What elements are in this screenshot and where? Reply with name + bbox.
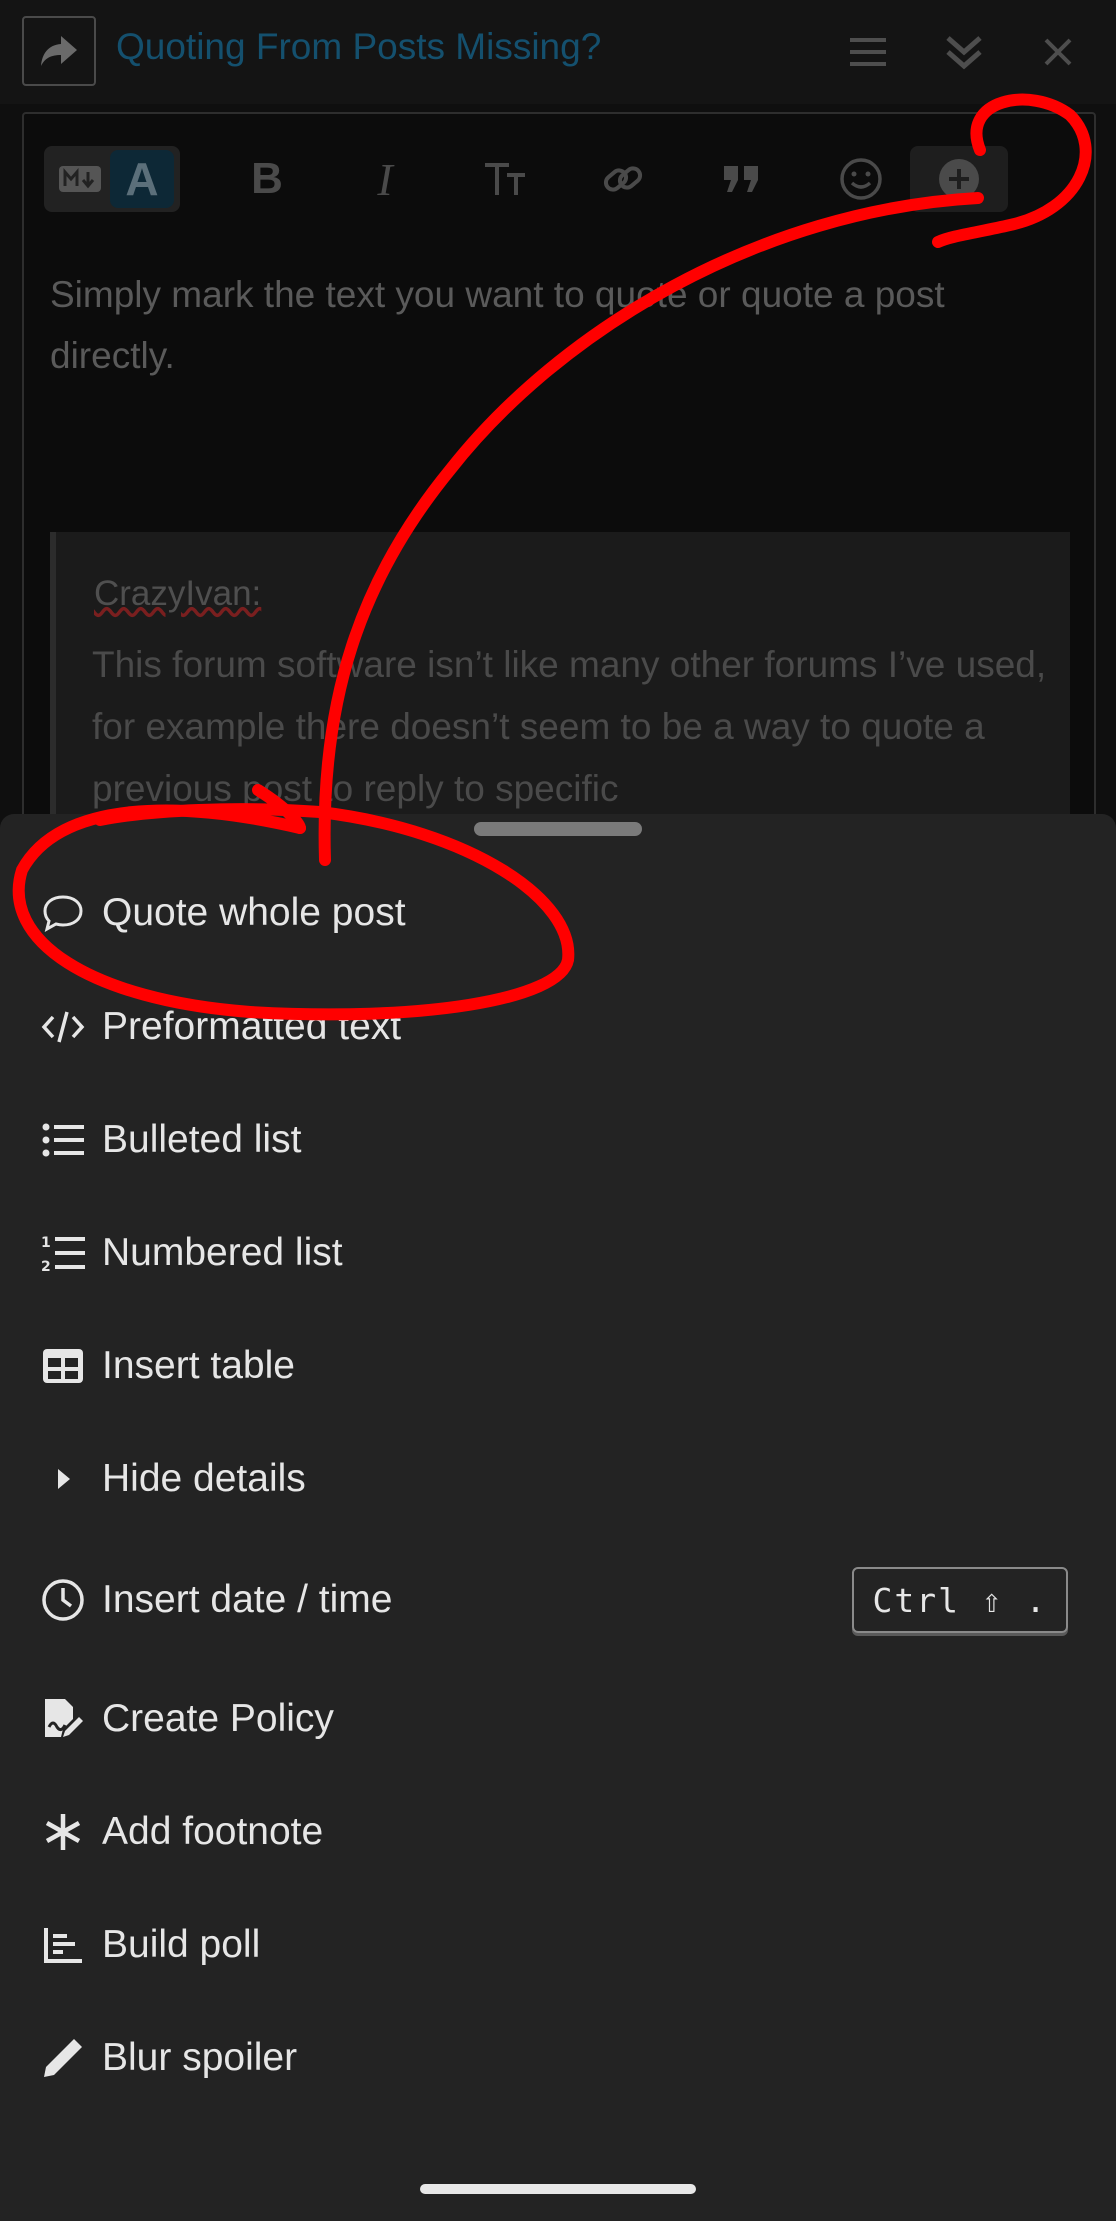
close-icon[interactable] [1028, 22, 1088, 82]
menu-item-blur-spoiler[interactable]: Blur spoiler [0, 2003, 1116, 2113]
menu-item-quote-whole-post[interactable]: Quote whole post [0, 858, 1116, 968]
quoted-post: CrazyIvan: This forum software isn’t lik… [50, 532, 1070, 850]
bold-icon[interactable]: B [234, 146, 300, 212]
caret-right-icon [34, 1450, 92, 1508]
menu-item-label: Numbered list [102, 1231, 343, 1274]
rich-text-mode-button[interactable]: A [110, 150, 174, 208]
editor-toolbar: A B I [24, 114, 1094, 242]
menu-item-label: Build poll [102, 1923, 261, 1966]
link-icon[interactable] [590, 146, 656, 212]
clock-icon [34, 1571, 92, 1629]
more-options-plus-icon[interactable] [910, 146, 1008, 212]
menu-item-preformatted-text[interactable]: Preformatted text [0, 972, 1116, 1082]
heading-icon[interactable] [472, 146, 538, 212]
svg-text:1: 1 [41, 1235, 51, 1251]
editor-mode-toggle[interactable]: A [44, 146, 180, 212]
composer-header: Quoting From Posts Missing? [0, 0, 1116, 104]
signed-document-icon [34, 1690, 92, 1748]
bulleted-list-icon [34, 1111, 92, 1169]
menu-item-label: Bulleted list [102, 1118, 302, 1161]
menu-item-numbered-list[interactable]: 12 Numbered list [0, 1198, 1116, 1308]
menu-item-insert-table[interactable]: Insert table [0, 1311, 1116, 1421]
emoji-icon[interactable] [828, 146, 894, 212]
sheet-drag-handle[interactable] [474, 822, 642, 836]
quote-body: This forum software isn’t like many othe… [92, 644, 1047, 809]
table-icon [34, 1337, 92, 1395]
markdown-mode-icon[interactable] [52, 158, 108, 200]
keyboard-shortcut: Ctrl ⇧ . [852, 1567, 1068, 1633]
italic-icon[interactable]: I [352, 146, 418, 212]
menu-item-label: Hide details [102, 1457, 306, 1500]
topic-title[interactable]: Quoting From Posts Missing? [116, 26, 601, 68]
home-indicator [420, 2184, 696, 2194]
svg-text:2: 2 [41, 1259, 51, 1273]
bar-chart-icon [34, 1916, 92, 1974]
menu-item-label: Insert table [102, 1344, 295, 1387]
editor-body-text: Simply mark the text you want to quote o… [50, 274, 945, 376]
quote-author: CrazyIvan: [94, 574, 262, 613]
asterisk-icon [34, 1803, 92, 1861]
menu-item-insert-date-time[interactable]: Insert date / time Ctrl ⇧ . [0, 1537, 1116, 1663]
code-icon [34, 998, 92, 1056]
menu-item-label: Insert date / time [102, 1578, 393, 1621]
menu-item-build-poll[interactable]: Build poll [0, 1890, 1116, 2000]
menu-item-create-policy[interactable]: Create Policy [0, 1664, 1116, 1774]
menu-item-add-footnote[interactable]: Add footnote [0, 1777, 1116, 1887]
menu-item-label: Create Policy [102, 1697, 334, 1740]
numbered-list-icon: 12 [34, 1224, 92, 1282]
menu-item-hide-details[interactable]: Hide details [0, 1424, 1116, 1534]
reply-icon[interactable] [22, 16, 96, 86]
pencil-icon [34, 2029, 92, 2087]
blockquote-icon[interactable] [708, 146, 774, 212]
menu-item-label: Add footnote [102, 1810, 324, 1853]
menu-item-label: Preformatted text [102, 1005, 402, 1048]
collapse-composer-icon[interactable] [934, 22, 994, 82]
composer-editor[interactable]: A B I Simply mark the text you want to q… [22, 112, 1096, 852]
menu-item-bulleted-list[interactable]: Bulleted list [0, 1085, 1116, 1195]
hamburger-menu-icon[interactable] [838, 22, 898, 82]
toolbar-options-sheet: Quote whole post Preformatted text Bulle… [0, 814, 1116, 2221]
menu-item-label: Quote whole post [102, 891, 406, 934]
menu-item-label: Blur spoiler [102, 2036, 298, 2079]
speech-bubble-icon [34, 884, 92, 942]
